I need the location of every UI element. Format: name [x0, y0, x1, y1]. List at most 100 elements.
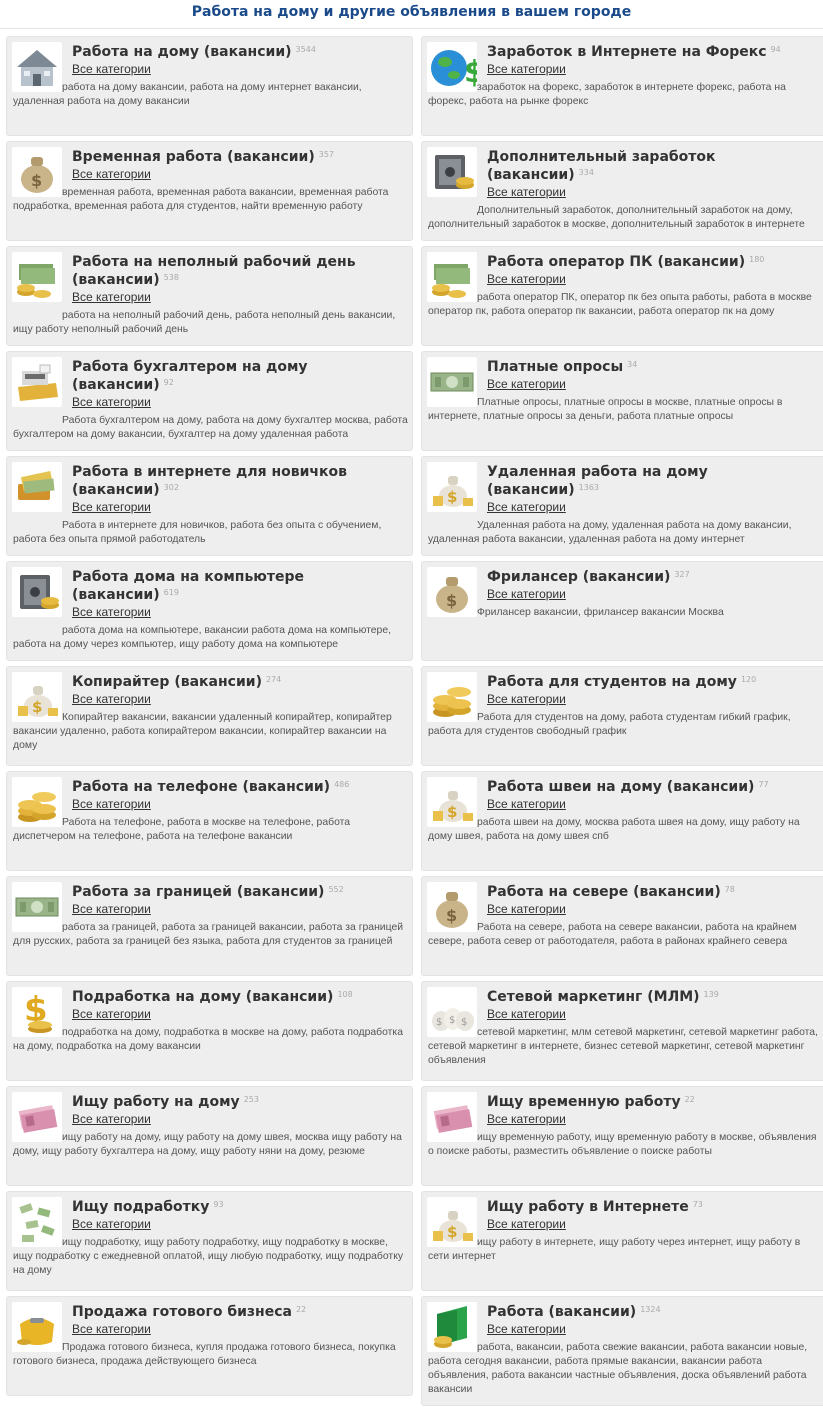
category-title[interactable]: Работа швеи на дому (вакансии) 77	[487, 778, 821, 796]
category-card[interactable]: Работа оператор ПК (вакансии) 180 Все кате…	[421, 246, 823, 346]
category-card[interactable]: Дополнительный заработок (вакансии) 334 Вс…	[421, 141, 823, 241]
category-title-text[interactable]: Фрилансер (вакансии)	[487, 569, 670, 585]
all-categories-link[interactable]: Все категории	[487, 692, 566, 706]
category-card[interactable]: $ Подработка на дому (вакансии) 108 Все кат…	[6, 981, 413, 1081]
category-title-text[interactable]: Работа дома на компьютере (вакансии)	[72, 569, 304, 603]
all-categories-link[interactable]: Все категории	[72, 500, 151, 514]
all-categories-link[interactable]: Все категории	[487, 1217, 566, 1231]
category-title[interactable]: Работа на дому (вакансии) 3544	[72, 43, 406, 61]
all-categories-link[interactable]: Все категории	[72, 797, 151, 811]
category-card[interactable]: $ Работа швеи на дому (вакансии) 77 Все кат…	[421, 771, 823, 871]
category-card[interactable]: Работа за границей (вакансии) 552 Все кате…	[6, 876, 413, 976]
all-categories-link[interactable]: Все категории	[72, 1112, 151, 1126]
all-categories-link[interactable]: Все категории	[72, 1217, 151, 1231]
category-title-text[interactable]: Удаленная работа на дому (вакансии)	[487, 464, 708, 498]
category-card[interactable]: Работа бухгалтером на дому (вакансии) 92 В…	[6, 351, 413, 451]
category-card[interactable]: Работа на дому (вакансии) 3544 Все категор…	[6, 36, 413, 136]
category-title[interactable]: Временная работа (вакансии) 357	[72, 148, 406, 166]
category-card[interactable]: $ $ $ Сетевой маркетинг (МЛМ) 139 Все категор…	[421, 981, 823, 1081]
category-card[interactable]: Работа (вакансии) 1324 Все категории работа…	[421, 1296, 823, 1406]
all-categories-link[interactable]: Все категории	[487, 272, 566, 286]
category-title-text[interactable]: Работа на телефоне (вакансии)	[72, 779, 330, 795]
all-categories-link[interactable]: Все категории	[487, 62, 566, 76]
all-categories-link[interactable]: Все категории	[72, 290, 151, 304]
category-title[interactable]: Платные опросы 34	[487, 358, 821, 376]
safe-icon[interactable]	[427, 147, 477, 197]
all-categories-link[interactable]: Все категории	[487, 185, 566, 199]
category-title-text[interactable]: Дополнительный заработок (вакансии)	[487, 149, 716, 183]
category-title[interactable]: Заработок в Интернете на Форекс 94	[487, 43, 821, 61]
category-title-text[interactable]: Ищу подработку	[72, 1199, 209, 1215]
category-card[interactable]: $ Фрилансер (вакансии) 327 Все категории Фри…	[421, 561, 823, 661]
category-card[interactable]: $ Удаленная работа на дому (вакансии) 1363…	[421, 456, 823, 556]
category-title-text[interactable]: Работа на неполный рабочий день (ваканси…	[72, 254, 356, 288]
category-title[interactable]: Подработка на дому (вакансии) 108	[72, 988, 406, 1006]
category-title[interactable]: Работа на севере (вакансии) 78	[487, 883, 821, 901]
category-card[interactable]: $ Временная работа (вакансии) 357 Все катег…	[6, 141, 413, 241]
category-title[interactable]: Работа на телефоне (вакансии) 486	[72, 778, 406, 796]
category-card[interactable]: Работа в интернете для новичков (ваканси…	[6, 456, 413, 556]
all-categories-link[interactable]: Все категории	[487, 1112, 566, 1126]
category-title-text[interactable]: Работа на дому (вакансии)	[72, 44, 292, 60]
wallet-icon[interactable]	[12, 462, 62, 512]
all-categories-link[interactable]: Все категории	[487, 797, 566, 811]
category-card[interactable]: Работа для студентов на дому 120 Все катег…	[421, 666, 823, 766]
category-title[interactable]: Ищу работу на дому 253	[72, 1093, 406, 1111]
category-title[interactable]: Работа оператор ПК (вакансии) 180	[487, 253, 821, 271]
category-title-text[interactable]: Работа для студентов на дому	[487, 674, 737, 690]
category-title-text[interactable]: Работа оператор ПК (вакансии)	[487, 254, 745, 270]
category-title[interactable]: Ищу временную работу 22	[487, 1093, 821, 1111]
category-title-text[interactable]: Ищу временную работу	[487, 1094, 681, 1110]
category-title[interactable]: Удаленная работа на дому (вакансии) 1363	[487, 463, 821, 499]
category-title-text[interactable]: Ищу работу в Интернете	[487, 1199, 689, 1215]
category-title[interactable]: Работа за границей (вакансии) 552	[72, 883, 406, 901]
category-title[interactable]: Работа бухгалтером на дому (вакансии) 92	[72, 358, 406, 394]
category-title[interactable]: Ищу работу в Интернете 73	[487, 1198, 821, 1216]
all-categories-link[interactable]: Все категории	[72, 692, 151, 706]
category-title[interactable]: Работа (вакансии) 1324	[487, 1303, 821, 1321]
category-card[interactable]: Работа дома на компьютере (вакансии) 619 В…	[6, 561, 413, 661]
all-categories-link[interactable]: Все категории	[72, 62, 151, 76]
category-title[interactable]: Работа для студентов на дому 120	[487, 673, 821, 691]
all-categories-link[interactable]: Все категории	[487, 1322, 566, 1336]
category-card[interactable]: $ Ищу работу в Интернете 73 Все категории ищ…	[421, 1191, 823, 1291]
all-categories-link[interactable]: Все категории	[72, 395, 151, 409]
category-title-text[interactable]: Работа швеи на дому (вакансии)	[487, 779, 754, 795]
gold-bag-icon[interactable]: $	[427, 462, 477, 512]
all-categories-link[interactable]: Все категории	[487, 377, 566, 391]
category-title[interactable]: Работа в интернете для новичков (ваканси…	[72, 463, 406, 499]
category-title-text[interactable]: Платные опросы	[487, 359, 623, 375]
all-categories-link[interactable]: Все категории	[487, 902, 566, 916]
all-categories-link[interactable]: Все категории	[72, 167, 151, 181]
all-categories-link[interactable]: Все категории	[487, 500, 566, 514]
all-categories-link[interactable]: Все категории	[72, 1322, 151, 1336]
category-card[interactable]: Работа на телефоне (вакансии) 486 Все кате…	[6, 771, 413, 871]
category-card[interactable]: Ищу временную работу 22 Все категории ищу в…	[421, 1086, 823, 1186]
category-title-text[interactable]: Копирайтер (вакансии)	[72, 674, 262, 690]
cash-coins-icon[interactable]	[12, 252, 62, 302]
category-title[interactable]: Работа дома на компьютере (вакансии) 619	[72, 568, 406, 604]
category-title-text[interactable]: Продажа готового бизнеса	[72, 1304, 292, 1320]
category-title-text[interactable]: Ищу работу на дому	[72, 1094, 240, 1110]
safe-icon[interactable]	[12, 567, 62, 617]
category-card[interactable]: $ Копирайтер (вакансии) 274 Все категории Ко…	[6, 666, 413, 766]
category-title[interactable]: Дополнительный заработок (вакансии) 334	[487, 148, 821, 184]
category-card[interactable]: Ищу подработку 93 Все категории ищу подрабо…	[6, 1191, 413, 1291]
all-categories-link[interactable]: Все категории	[72, 1007, 151, 1021]
all-categories-link[interactable]: Все категории	[72, 902, 151, 916]
category-card[interactable]: $ Работа на севере (вакансии) 78 Все катего…	[421, 876, 823, 976]
category-title[interactable]: Ищу подработку 93	[72, 1198, 406, 1216]
category-title[interactable]: Работа на неполный рабочий день (ваканси…	[72, 253, 406, 289]
category-title-text[interactable]: Заработок в Интернете на Форекс	[487, 44, 767, 60]
category-title-text[interactable]: Подработка на дому (вакансии)	[72, 989, 333, 1005]
category-card[interactable]: Ищу работу на дому 253 Все категории ищу ра…	[6, 1086, 413, 1186]
category-title-text[interactable]: Временная работа (вакансии)	[72, 149, 315, 165]
all-categories-link[interactable]: Все категории	[487, 587, 566, 601]
category-card[interactable]: $ Заработок в Интернете на Форекс 94 Все ка…	[421, 36, 823, 136]
category-card[interactable]: Работа на неполный рабочий день (ваканси…	[6, 246, 413, 346]
all-categories-link[interactable]: Все категории	[487, 1007, 566, 1021]
category-card[interactable]: Платные опросы 34 Все категории Платные опр…	[421, 351, 823, 451]
category-title[interactable]: Сетевой маркетинг (МЛМ) 139	[487, 988, 821, 1006]
category-title[interactable]: Фрилансер (вакансии) 327	[487, 568, 821, 586]
cash-register-icon[interactable]	[12, 357, 62, 407]
